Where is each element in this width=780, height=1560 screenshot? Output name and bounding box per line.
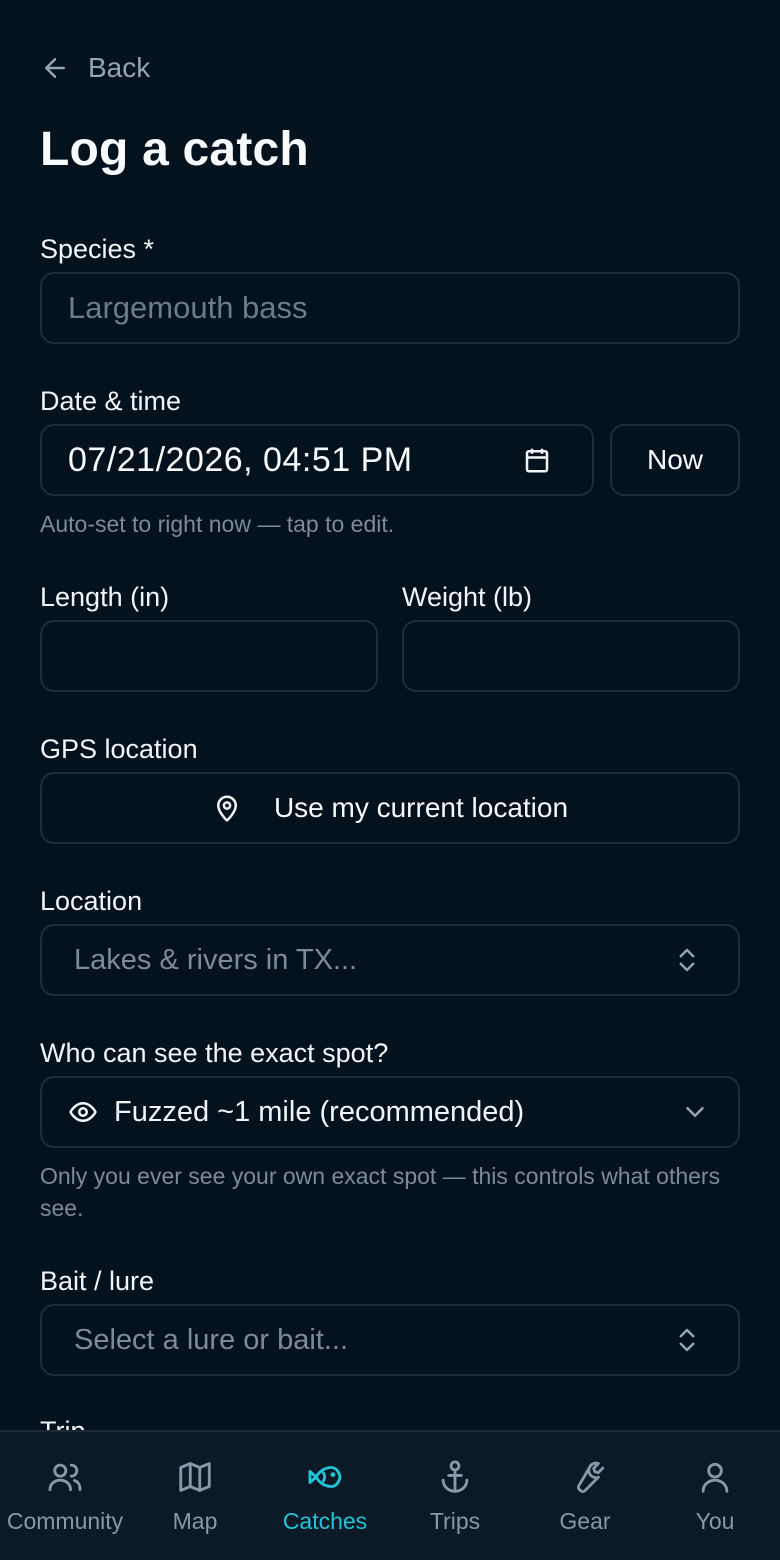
now-button[interactable]: Now xyxy=(610,424,740,496)
species-label: Species * xyxy=(40,234,155,264)
tab-community[interactable]: Community xyxy=(0,1432,130,1560)
datetime-value: 07/21/2026, 04:51 PM xyxy=(68,440,413,479)
anchor-icon xyxy=(441,1460,469,1493)
form-scroll-area[interactable]: Back Log a catch Species * Date & time 0… xyxy=(0,0,780,1430)
location-select[interactable]: Lakes & rivers in TX... xyxy=(40,924,740,996)
tab-gear[interactable]: Gear xyxy=(520,1432,650,1560)
chevron-down-icon xyxy=(686,1107,704,1117)
datetime-input[interactable]: 07/21/2026, 04:51 PM xyxy=(40,424,594,496)
bait-label: Bait / lure xyxy=(40,1266,155,1296)
tab-label: Trips xyxy=(429,1507,481,1534)
tab-map[interactable]: Map xyxy=(130,1432,260,1560)
location-label: Location xyxy=(40,886,143,916)
datetime-hint: Auto-set to right now — tap to edit. xyxy=(40,511,395,537)
use-current-location-label: Use my current location xyxy=(273,792,569,823)
calendar-icon[interactable] xyxy=(522,445,552,475)
tab-label: Gear xyxy=(559,1507,611,1534)
fish-icon xyxy=(308,1465,342,1488)
log-catch-screen: Back Log a catch Species * Date & time 0… xyxy=(0,0,780,1560)
gps-label: GPS location xyxy=(40,734,198,764)
page-title: Log a catch xyxy=(40,123,309,176)
length-field xyxy=(40,620,378,692)
weight-label: Weight (lb) xyxy=(402,582,533,612)
tab-label: Map xyxy=(172,1507,218,1534)
species-input[interactable] xyxy=(42,274,738,342)
tab-trips[interactable]: Trips xyxy=(390,1432,520,1560)
eye-icon xyxy=(69,1102,97,1122)
length-input[interactable] xyxy=(42,622,376,690)
visibility-hint: Only you ever see your own exact spot — … xyxy=(40,1163,721,1221)
datetime-label: Date & time xyxy=(40,386,182,416)
visibility-label: Who can see the exact spot? xyxy=(40,1038,389,1068)
map-pin-icon xyxy=(216,795,237,822)
tab-label: Community xyxy=(6,1507,124,1534)
wrench-icon xyxy=(576,1461,604,1493)
use-current-location-button[interactable]: Use my current location xyxy=(40,772,740,844)
trip-label: Trip xyxy=(40,1416,86,1430)
map-icon xyxy=(179,1461,211,1492)
species-field xyxy=(40,272,740,344)
location-placeholder: Lakes & rivers in TX... xyxy=(74,943,358,976)
arrow-left-icon xyxy=(45,58,65,78)
chevrons-up-down-icon xyxy=(679,948,695,972)
tab-label: Catches xyxy=(282,1507,368,1534)
user-icon xyxy=(701,1462,729,1493)
tab-catches[interactable]: Catches xyxy=(260,1432,390,1560)
visibility-select[interactable]: Fuzzed ~1 mile (recommended) xyxy=(40,1076,740,1148)
weight-field xyxy=(402,620,740,692)
bottom-tab-bar: Community Map Catches Trips Gear You xyxy=(0,1430,780,1560)
bait-placeholder: Select a lure or bait... xyxy=(74,1323,349,1356)
users-icon xyxy=(48,1463,82,1491)
weight-input[interactable] xyxy=(404,622,738,690)
chevrons-up-down-icon xyxy=(679,1328,695,1352)
bait-select[interactable]: Select a lure or bait... xyxy=(40,1304,740,1376)
tab-label: You xyxy=(695,1507,735,1534)
visibility-selected: Fuzzed ~1 mile (recommended) xyxy=(114,1095,525,1128)
back-label: Back xyxy=(88,52,151,83)
back-button[interactable]: Back xyxy=(40,48,150,88)
tab-you[interactable]: You xyxy=(650,1432,780,1560)
length-label: Length (in) xyxy=(40,582,170,612)
